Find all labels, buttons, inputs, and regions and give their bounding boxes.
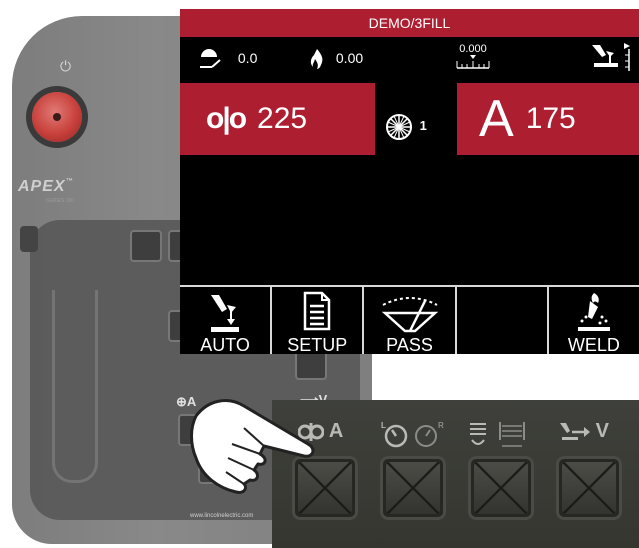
keypad-key-oscillation[interactable] <box>468 456 534 520</box>
mode-title-bar: DEMO/3FILL <box>180 9 639 37</box>
keypad-label-volts: V <box>558 420 609 443</box>
oscillation-width-icon <box>470 422 525 447</box>
softkey-weld[interactable]: WELD <box>549 287 639 354</box>
travel-speed-icon <box>200 49 221 68</box>
display-screen: DEMO/3FILL 0.0 0.00 0.000 o|o 225 1 A 17… <box>180 9 639 354</box>
pointing-hand-icon <box>190 399 315 494</box>
pass-gauge-icon <box>381 297 438 333</box>
svg-text:L: L <box>381 421 386 430</box>
manufacturer-url: www.lincolnelectric.com <box>190 513 254 519</box>
auto-mode-status <box>588 41 634 76</box>
pass-indicator: 1 <box>384 112 427 142</box>
mode-title: DEMO/3FILL <box>368 15 451 31</box>
softkey-auto[interactable]: AUTO <box>180 287 273 354</box>
svg-text:R: R <box>438 421 444 430</box>
power-icon: ⏻ <box>60 58 72 74</box>
softkey-pass-label: PASS <box>386 335 433 354</box>
keypad-key-timer[interactable] <box>380 456 446 520</box>
document-icon <box>304 291 331 331</box>
wire-feed-speed-panel[interactable]: o|o 225 <box>180 83 375 155</box>
travel-speed-status: 0.0 <box>198 47 257 71</box>
keypad-key-volts[interactable] <box>556 456 622 520</box>
weld-torch-icon <box>577 293 610 331</box>
lanyard <box>52 290 98 483</box>
oscillation-position-icon <box>456 55 490 69</box>
auto-torch-icon <box>560 422 590 440</box>
model-text: SERIES 100 <box>46 198 75 204</box>
wire-feed-icon: o|o <box>206 102 247 135</box>
keypad-label-timer: L R <box>380 420 446 448</box>
keypad-label-oscillation <box>468 420 528 450</box>
softkey-weld-label: WELD <box>567 335 620 354</box>
softkey-auto-label: AUTO <box>200 335 250 354</box>
connector-knob <box>20 226 38 252</box>
softkey-pass[interactable]: PASS <box>364 287 457 354</box>
pendant-key-1[interactable] <box>130 230 162 262</box>
amperage-panel[interactable]: A 175 <box>457 83 639 155</box>
softkey-blank[interactable] <box>457 287 549 354</box>
emergency-stop-button[interactable] <box>32 92 82 142</box>
softkey-setup-label: SETUP <box>287 335 348 354</box>
oscillation-status: 0.000 <box>456 43 490 72</box>
flame-icon <box>310 49 323 69</box>
heat-input-status: 0.00 <box>308 47 363 71</box>
auto-torch-icon <box>211 295 240 332</box>
timer-icon: L R <box>381 421 444 448</box>
wire-reel-icon <box>386 114 412 140</box>
estop-center <box>53 113 61 121</box>
amperage-letter: A <box>479 90 514 148</box>
softkey-bar: AUTO SETUP PASS WELD <box>180 285 639 354</box>
softkey-setup[interactable]: SETUP <box>272 287 365 354</box>
amperage-value: 175 <box>525 102 576 135</box>
wire-feed-speed-value: 225 <box>257 102 308 135</box>
auto-torch-icon <box>592 43 630 71</box>
brand-logo: APEX™ <box>18 178 74 195</box>
